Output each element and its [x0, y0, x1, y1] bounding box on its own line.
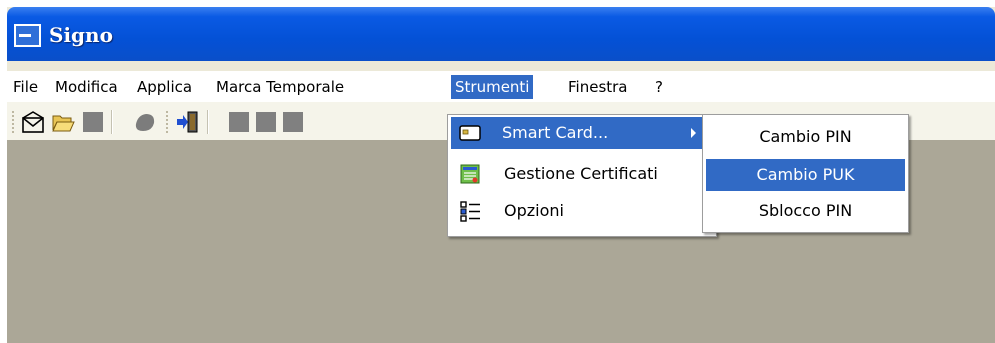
- submenu-item-cambio-pin[interactable]: Cambio PIN: [706, 121, 905, 153]
- menu-item-smart-card[interactable]: Smart Card...: [451, 117, 713, 149]
- app-icon: [14, 24, 41, 47]
- menu-item-opzioni[interactable]: Opzioni: [451, 195, 713, 227]
- gray-square-icon[interactable]: [229, 112, 249, 132]
- submenu-item-sblocco-pin[interactable]: Sblocco PIN: [706, 195, 905, 227]
- gestione-certificati-label: Gestione Certificati: [504, 164, 658, 183]
- strumenti-dropdown: Smart Card... Gestione Certificati Opzio…: [447, 114, 717, 237]
- menu-applica[interactable]: Applica: [137, 75, 192, 99]
- menu-help[interactable]: ?: [655, 75, 663, 99]
- menu-item-gestione-certificati[interactable]: Gestione Certificati: [451, 158, 713, 190]
- title-bar[interactable]: Signo: [7, 7, 995, 61]
- smart-card-icon: [459, 125, 481, 141]
- opzioni-label: Opzioni: [504, 201, 564, 220]
- toolbar-separator: [111, 110, 113, 134]
- toolbar-grip[interactable]: [165, 110, 169, 134]
- window-title: Signo: [49, 23, 113, 47]
- import-icon[interactable]: [176, 110, 200, 134]
- submenu-item-cambio-puk[interactable]: Cambio PUK: [706, 159, 905, 191]
- envelope-icon[interactable]: [21, 110, 45, 134]
- toolbar-grip[interactable]: [11, 110, 15, 134]
- menu-bar: File Modifica Applica Marca Temporale St…: [7, 71, 995, 101]
- menu-file[interactable]: File: [13, 75, 38, 99]
- gray-square-icon[interactable]: [83, 112, 103, 132]
- submenu-arrow-icon: [691, 128, 696, 138]
- menu-modifica[interactable]: Modifica: [55, 75, 118, 99]
- smart-card-submenu: Cambio PIN Cambio PUK Sblocco PIN: [702, 114, 909, 233]
- options-list-icon: [460, 201, 480, 222]
- toolbar-separator: [207, 110, 209, 134]
- certificate-icon: [460, 164, 480, 184]
- gray-square-icon[interactable]: [256, 112, 276, 132]
- smart-card-label: Smart Card...: [502, 123, 609, 142]
- open-folder-icon[interactable]: [51, 110, 75, 134]
- menu-finestra[interactable]: Finestra: [568, 75, 628, 99]
- gray-square-icon[interactable]: [283, 112, 303, 132]
- stamp-icon[interactable]: [133, 110, 157, 134]
- menu-marca-temporale[interactable]: Marca Temporale: [216, 75, 344, 99]
- menu-strumenti[interactable]: Strumenti: [451, 75, 534, 99]
